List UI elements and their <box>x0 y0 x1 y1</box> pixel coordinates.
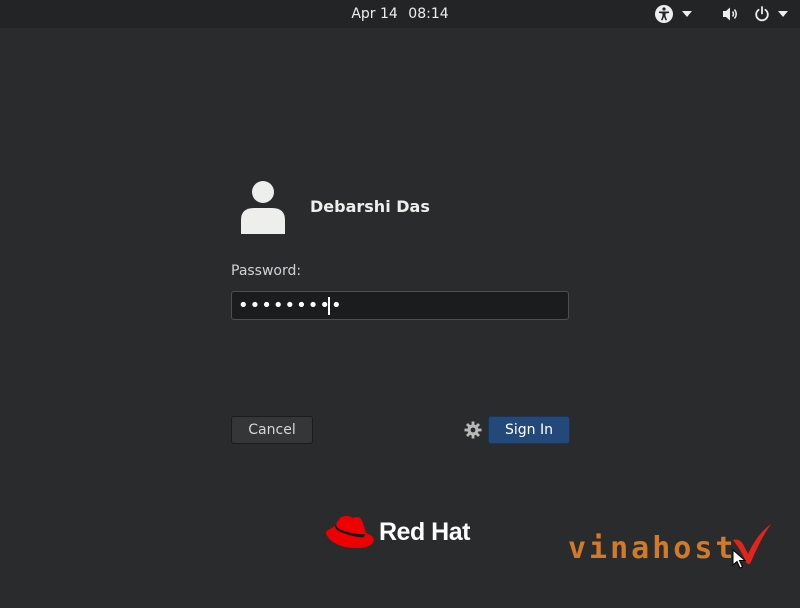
accessibility-menu[interactable] <box>654 0 692 28</box>
clock-date: Apr 14 <box>351 6 398 22</box>
mouse-pointer-icon <box>732 549 746 569</box>
sign-in-button[interactable]: Sign In <box>488 416 570 444</box>
password-label: Password: <box>231 263 302 279</box>
password-input[interactable] <box>231 291 569 320</box>
cancel-button[interactable]: Cancel <box>231 416 313 444</box>
user-name: Debarshi Das <box>310 196 430 216</box>
system-menu[interactable] <box>722 0 788 28</box>
chevron-down-icon <box>778 11 788 17</box>
user-entry: Debarshi Das <box>238 178 430 234</box>
redhat-logo-text: Red Hat <box>379 517 470 546</box>
avatar-icon <box>241 181 285 234</box>
top-bar: Apr 14 08:14 <box>0 0 800 28</box>
text-cursor <box>328 297 330 315</box>
power-icon <box>755 6 769 22</box>
clock-time: 08:14 <box>408 6 449 22</box>
gear-icon[interactable] <box>464 421 482 439</box>
volume-icon <box>723 7 737 21</box>
chevron-down-icon <box>682 11 692 17</box>
redhat-hat-icon <box>325 516 374 549</box>
redhat-logo: Red Hat <box>324 513 470 551</box>
accessibility-icon <box>655 5 673 23</box>
watermark-text: vinahost <box>568 531 737 566</box>
